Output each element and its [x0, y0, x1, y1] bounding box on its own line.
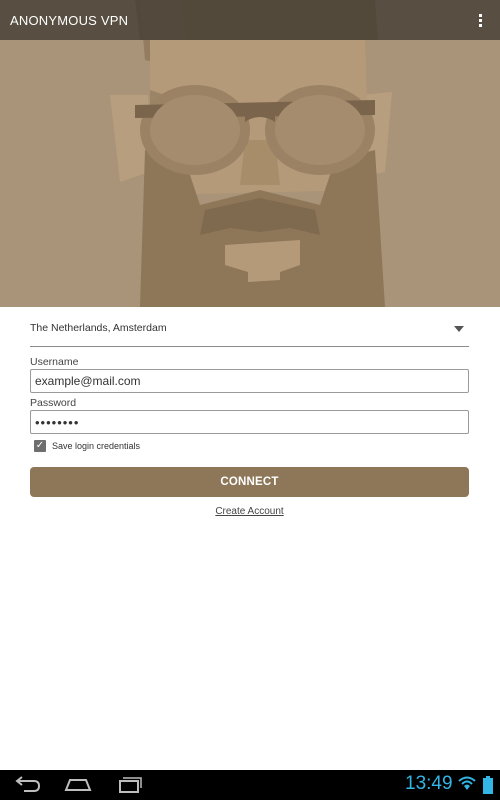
- password-label: Password: [30, 397, 77, 409]
- app-title: ANONYMOUS VPN: [10, 12, 129, 28]
- action-bar: ANONYMOUS VPN: [0, 0, 500, 40]
- hero-illustration: [0, 0, 500, 307]
- server-location-value: The Netherlands, Amsterdam: [30, 322, 167, 334]
- recent-apps-icon[interactable]: [110, 770, 150, 800]
- system-navigation-bar: 13:49: [0, 770, 500, 800]
- server-location-dropdown[interactable]: The Netherlands, Amsterdam: [30, 319, 469, 347]
- connect-button[interactable]: CONNECT: [30, 467, 469, 497]
- save-credentials-checkbox[interactable]: ✓ Save login credentials: [34, 440, 140, 452]
- home-icon[interactable]: [58, 770, 98, 800]
- bearded-man-illustration: [110, 0, 392, 307]
- create-account-link[interactable]: Create Account: [30, 506, 469, 517]
- overflow-menu-icon[interactable]: [470, 5, 490, 35]
- dropdown-arrow-icon: [454, 326, 464, 332]
- wifi-icon: [458, 776, 476, 790]
- checkbox-checked-icon[interactable]: ✓: [34, 440, 46, 452]
- password-input[interactable]: [30, 410, 469, 434]
- username-label: Username: [30, 356, 79, 368]
- battery-icon: [483, 776, 493, 794]
- back-icon[interactable]: [8, 770, 48, 800]
- save-credentials-label: Save login credentials: [52, 441, 141, 451]
- status-clock: 13:49: [405, 773, 453, 794]
- username-input[interactable]: [30, 369, 469, 393]
